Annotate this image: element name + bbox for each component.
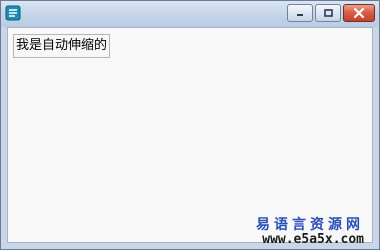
title-bar[interactable] (1, 1, 379, 27)
app-logo-icon[interactable] (5, 5, 21, 21)
watermark-site-name: 易语言资源网 (256, 217, 364, 233)
client-area: 我是自动伸缩的 易语言资源网 www.e5a5x.com (7, 27, 373, 247)
minimize-button[interactable] (287, 4, 313, 22)
app-window: 我是自动伸缩的 易语言资源网 www.e5a5x.com (0, 0, 380, 250)
maximize-button[interactable] (315, 4, 341, 22)
close-button[interactable] (343, 4, 375, 22)
watermark-url: www.e5a5x.com (262, 232, 364, 247)
auto-size-label: 我是自动伸缩的 (13, 34, 111, 58)
